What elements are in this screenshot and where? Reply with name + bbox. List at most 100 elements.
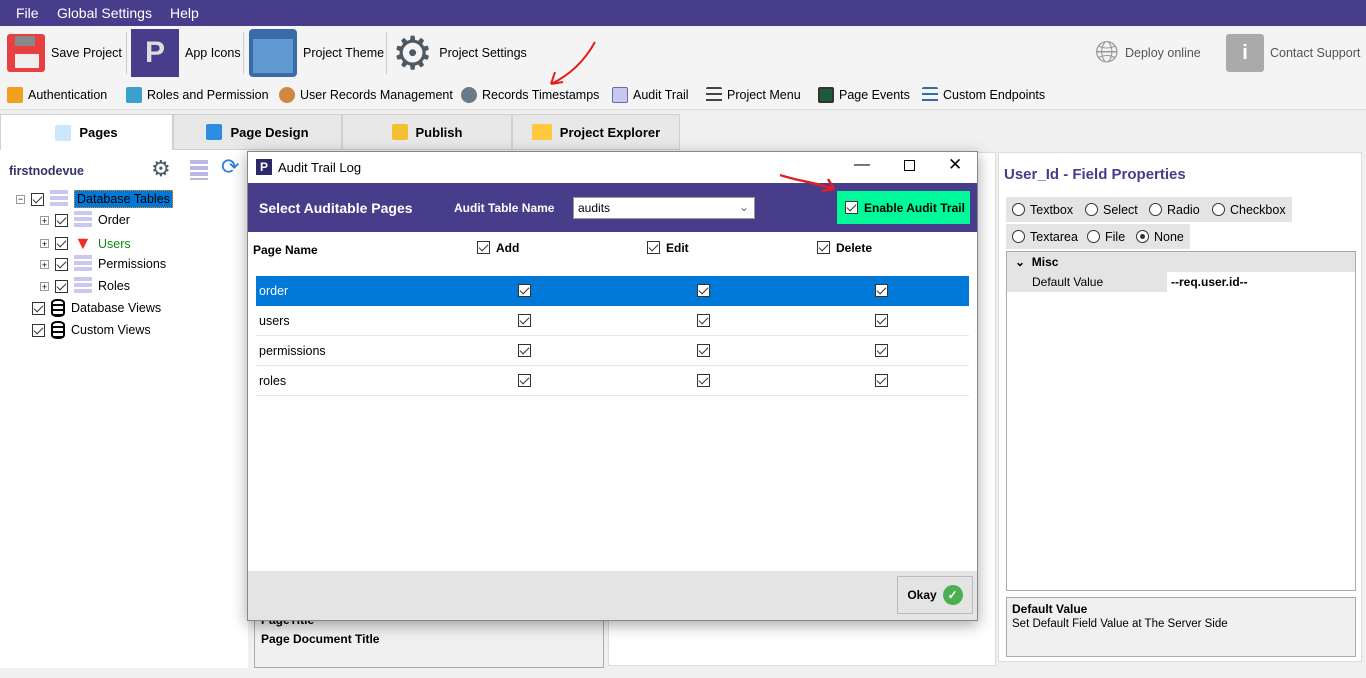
add-checkbox[interactable] xyxy=(518,314,531,327)
filter-icon: ▼ xyxy=(74,233,92,253)
enable-audit-trail-checkbox[interactable]: Enable Audit Trail xyxy=(837,191,970,224)
collapse-icon[interactable]: − xyxy=(16,194,25,204)
misc-category[interactable]: ⌄ Misc xyxy=(1007,252,1355,272)
checkbox[interactable] xyxy=(31,192,44,206)
expand-icon[interactable]: + xyxy=(40,281,49,291)
checklist-icon xyxy=(612,87,628,103)
col-delete[interactable]: Delete xyxy=(817,241,872,255)
table-row[interactable]: users xyxy=(256,306,969,336)
dialog-footer: Okay ✓ xyxy=(248,571,977,620)
project-theme-button[interactable]: Project Theme xyxy=(249,29,384,77)
contact-support-button[interactable]: i Contact Support xyxy=(1226,29,1360,77)
page-name: roles xyxy=(259,374,287,388)
project-menu-button[interactable]: Project Menu xyxy=(706,87,801,103)
close-button[interactable]: ✕ xyxy=(948,155,962,175)
okay-button[interactable]: Okay ✓ xyxy=(897,576,973,614)
add-checkbox[interactable] xyxy=(518,374,531,387)
checkbox[interactable] xyxy=(32,301,45,315)
tab-project-explorer[interactable]: Project Explorer xyxy=(512,114,680,150)
page-document-title-label: Page Document Title xyxy=(261,632,380,646)
tree-database-views[interactable]: Database Views xyxy=(32,299,161,317)
radio-textbox[interactable]: Textbox xyxy=(1006,197,1080,222)
monitor-icon xyxy=(818,87,834,103)
radio-radio[interactable]: Radio xyxy=(1143,197,1206,222)
tree-item-users[interactable]: + ▼ Users xyxy=(40,233,131,254)
table-row[interactable]: permissions xyxy=(256,336,969,366)
audit-table-select[interactable]: audits ⌄ xyxy=(573,197,755,219)
tab-pages[interactable]: Pages xyxy=(0,114,173,150)
dialog-title: Audit Trail Log xyxy=(278,160,362,175)
user-records-button[interactable]: User Records Management xyxy=(279,87,453,103)
tree-database-tables[interactable]: − Database Tables xyxy=(16,190,173,208)
default-value-input[interactable]: --req.user.id-- xyxy=(1167,272,1248,292)
radio-file[interactable]: File xyxy=(1081,224,1132,249)
app-logo-icon: P xyxy=(131,29,179,77)
radio-select[interactable]: Select xyxy=(1079,197,1144,222)
audit-trail-button[interactable]: Audit Trail xyxy=(612,87,689,103)
refresh-icon[interactable]: ⟳ xyxy=(221,154,239,180)
app-icons-button[interactable]: P App Icons xyxy=(131,29,241,77)
delete-checkbox[interactable] xyxy=(875,284,888,297)
edit-checkbox[interactable] xyxy=(697,314,710,327)
check-circle-icon: ✓ xyxy=(942,585,963,605)
table-settings-icon[interactable]: ⚙ xyxy=(151,156,171,182)
tab-page-design[interactable]: Page Design xyxy=(173,114,342,150)
checkbox[interactable] xyxy=(55,257,68,271)
records-timestamps-button[interactable]: Records Timestamps xyxy=(461,87,599,103)
window-icon xyxy=(249,29,297,77)
tree-item-permissions[interactable]: + Permissions xyxy=(40,255,166,273)
edit-checkbox[interactable] xyxy=(697,284,710,297)
red-arrow-annotation xyxy=(550,41,596,85)
folder-globe-icon xyxy=(391,124,408,140)
page-name: permissions xyxy=(259,344,326,358)
checkbox[interactable] xyxy=(32,323,45,337)
authentication-button[interactable]: Authentication xyxy=(7,87,107,103)
maximize-button[interactable] xyxy=(904,160,915,171)
checkbox[interactable] xyxy=(55,279,68,293)
menu-file[interactable]: File xyxy=(16,5,39,21)
table-icon xyxy=(50,190,68,208)
radio-textarea[interactable]: Textarea xyxy=(1006,224,1084,249)
delete-checkbox[interactable] xyxy=(875,314,888,327)
main-toolbar: Save Project P App Icons Project Theme ⚙… xyxy=(0,26,1366,81)
radio-checkbox[interactable]: Checkbox xyxy=(1206,197,1292,222)
minimize-button[interactable]: — xyxy=(854,156,870,174)
add-checkbox[interactable] xyxy=(518,344,531,357)
expand-icon[interactable]: + xyxy=(40,239,49,249)
edit-checkbox[interactable] xyxy=(697,374,710,387)
radio-none[interactable]: None xyxy=(1130,224,1190,249)
page-events-button[interactable]: Page Events xyxy=(818,87,910,103)
project-settings-button[interactable]: ⚙ Project Settings xyxy=(392,29,527,77)
pages-panel: firstnodevue ⚙ ⟳ − Database Tables + Order… xyxy=(0,150,248,668)
tree-item-roles[interactable]: + Roles xyxy=(40,277,130,295)
table-row[interactable]: order xyxy=(256,276,969,306)
save-project-button[interactable]: Save Project xyxy=(7,29,122,77)
col-add[interactable]: Add xyxy=(477,241,519,255)
menu-global-settings[interactable]: Global Settings xyxy=(57,5,152,21)
table-icon xyxy=(74,255,92,273)
roles-permission-button[interactable]: Roles and Permission xyxy=(126,87,269,103)
delete-checkbox[interactable] xyxy=(875,344,888,357)
expand-icon[interactable]: + xyxy=(40,215,49,225)
edit-checkbox[interactable] xyxy=(697,344,710,357)
checkbox[interactable] xyxy=(55,237,68,250)
database-settings-icon[interactable] xyxy=(190,160,208,180)
col-edit[interactable]: Edit xyxy=(647,241,689,255)
delete-checkbox[interactable] xyxy=(875,374,888,387)
expand-icon[interactable]: + xyxy=(40,259,49,269)
hierarchy-icon xyxy=(126,87,142,103)
field-properties-panel: User_Id - Field Properties Textbox Selec… xyxy=(998,152,1362,662)
tab-publish[interactable]: Publish xyxy=(342,114,512,150)
tree-custom-views[interactable]: Custom Views xyxy=(32,321,151,339)
layout-icon xyxy=(206,124,223,140)
checkbox[interactable] xyxy=(55,213,68,227)
table-icon xyxy=(74,211,92,229)
add-checkbox[interactable] xyxy=(518,284,531,297)
deploy-online-button[interactable]: 🌐︎ Deploy online xyxy=(1095,29,1201,77)
menu-help[interactable]: Help xyxy=(170,5,199,21)
database-icon xyxy=(51,299,65,317)
tree-item-order[interactable]: + Order xyxy=(40,211,130,229)
custom-endpoints-button[interactable]: Custom Endpoints xyxy=(922,87,1045,103)
property-row[interactable]: Default Value --req.user.id-- xyxy=(1007,272,1355,292)
table-row[interactable]: roles xyxy=(256,366,969,396)
